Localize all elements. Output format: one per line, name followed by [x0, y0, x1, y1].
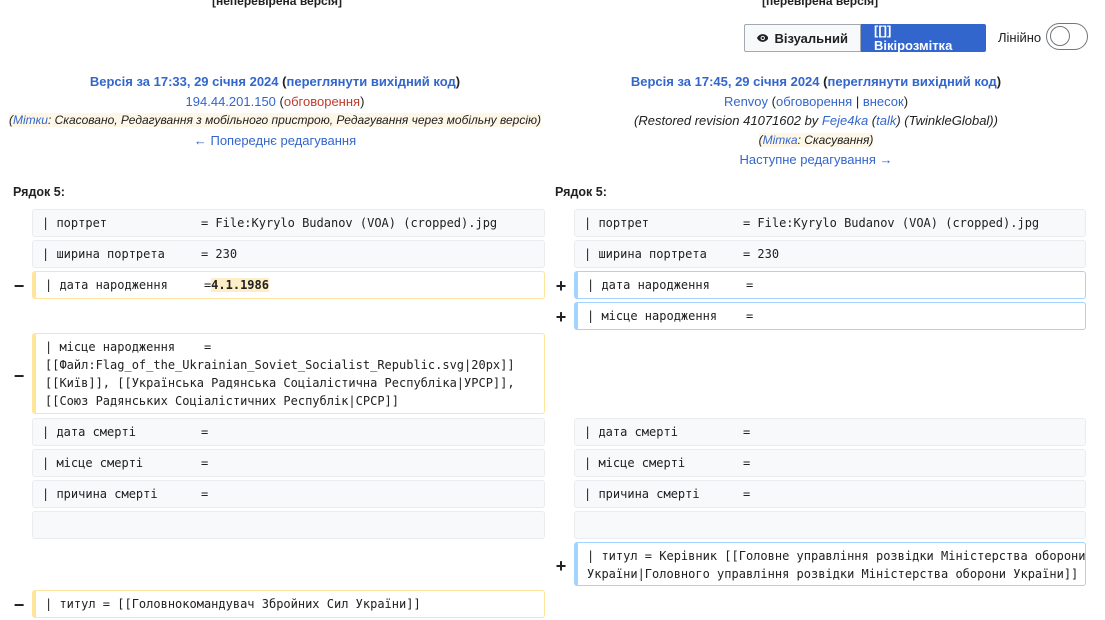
context-line: | портрет = File:Kyrylo Budanov (VOA) (c…: [32, 209, 545, 237]
context-line: | причина смерті =: [574, 480, 1086, 508]
summary-user-link[interactable]: Feje4ka: [822, 113, 868, 128]
left-talk-link[interactable]: обговорення: [284, 94, 360, 109]
deleted-text: | дата народження =: [45, 278, 212, 292]
left-line-number: Рядок 5:: [13, 185, 65, 199]
left-tags-text: Скасовано, Редагування з мобільного прис…: [54, 113, 538, 127]
context-line: | місце смерті =: [574, 449, 1086, 477]
right-tag-text: Скасування: [804, 132, 870, 147]
right-line-number: Рядок 5:: [555, 185, 607, 199]
plus-marker: +: [555, 556, 567, 576]
context-line-empty: [574, 511, 1086, 539]
minus-marker: −: [13, 276, 25, 296]
next-edit-link[interactable]: Наступне редагування →: [739, 152, 892, 167]
right-revision-status: [перевірена версія]: [762, 0, 879, 8]
paren: ): [455, 74, 461, 89]
plus-marker: +: [555, 307, 567, 327]
diff-mode-toggle: Візуальний [[]] Вікірозмітка: [744, 23, 986, 53]
right-revision-header: Версія за 17:45, 29 січня 2024 (переглян…: [630, 74, 1002, 167]
left-revision-status: [неперевірена версія]: [212, 0, 343, 8]
left-view-source-link[interactable]: переглянути вихідний код: [286, 74, 455, 89]
right-contrib-link[interactable]: внесок: [863, 94, 904, 109]
left-version-link[interactable]: Версія за 17:33, 29 січня 2024: [90, 74, 279, 89]
right-version-link[interactable]: Версія за 17:45, 29 січня 2024: [631, 74, 820, 89]
wikitext-diff-button[interactable]: [[]] Вікірозмітка: [861, 23, 986, 53]
context-line: | ширина портрета = 230: [574, 240, 1086, 268]
deleted-word-highlight: 4.1.1986: [211, 278, 269, 292]
summary-talk-link[interactable]: talk: [876, 113, 896, 128]
right-user-link[interactable]: Renvoy: [724, 94, 768, 109]
right-view-source-link[interactable]: переглянути вихідний код: [827, 74, 996, 89]
added-line: | дата народження =: [574, 271, 1086, 299]
minus-marker: −: [13, 366, 25, 386]
paren: ): [996, 74, 1002, 89]
context-line: | портрет = File:Kyrylo Budanov (VOA) (c…: [574, 209, 1086, 237]
context-line: | дата смерті =: [574, 418, 1086, 446]
context-line: | дата смерті =: [32, 418, 545, 446]
left-user-link[interactable]: 194.44.201.150: [186, 94, 276, 109]
left-revision-header: Версія за 17:33, 29 січня 2024 (переглян…: [8, 74, 542, 148]
deleted-line: | дата народження =4.1.1986: [32, 271, 545, 299]
visual-diff-label: Візуальний: [774, 30, 848, 46]
edit-summary-end: ) (TwinkleGlobal)): [896, 113, 998, 128]
deleted-line: | місце народження = [[Файл:Flag_of_the_…: [32, 333, 545, 414]
added-line: | титул = Керівник [[Головне управління …: [574, 542, 1086, 586]
toggle-knob: [1050, 26, 1070, 46]
context-line: | місце смерті =: [32, 449, 545, 477]
minus-marker: −: [13, 595, 25, 615]
added-line: | місце народження =: [574, 302, 1086, 330]
left-tags-label-link[interactable]: Мітки: [13, 113, 48, 127]
plus-marker: +: [555, 276, 567, 296]
previous-edit-link[interactable]: ← Попереднє редагування: [194, 133, 356, 148]
inline-toggle-switch[interactable]: [1046, 23, 1088, 50]
right-talk-link[interactable]: обговорення: [776, 94, 852, 109]
wikitext-diff-label: [[]] Вікірозмітка: [874, 23, 953, 53]
inline-toggle-label: Лінійно: [998, 30, 1042, 45]
visual-diff-button[interactable]: Візуальний: [744, 24, 861, 52]
eye-icon: [757, 34, 769, 42]
context-line-empty: [32, 511, 545, 539]
right-tag-label-link[interactable]: Мітка: [763, 133, 798, 147]
edit-summary-start: (Restored revision 41071602 by: [634, 113, 822, 128]
deleted-line: | титул = [[Головнокомандувач Збройних С…: [32, 590, 545, 618]
left-tags: (Мітки: Скасовано, Редагування з мобільн…: [8, 113, 542, 127]
right-tag: (Мітка: Скасування): [758, 132, 874, 147]
context-line: | причина смерті =: [32, 480, 545, 508]
context-line: | ширина портрета = 230: [32, 240, 545, 268]
